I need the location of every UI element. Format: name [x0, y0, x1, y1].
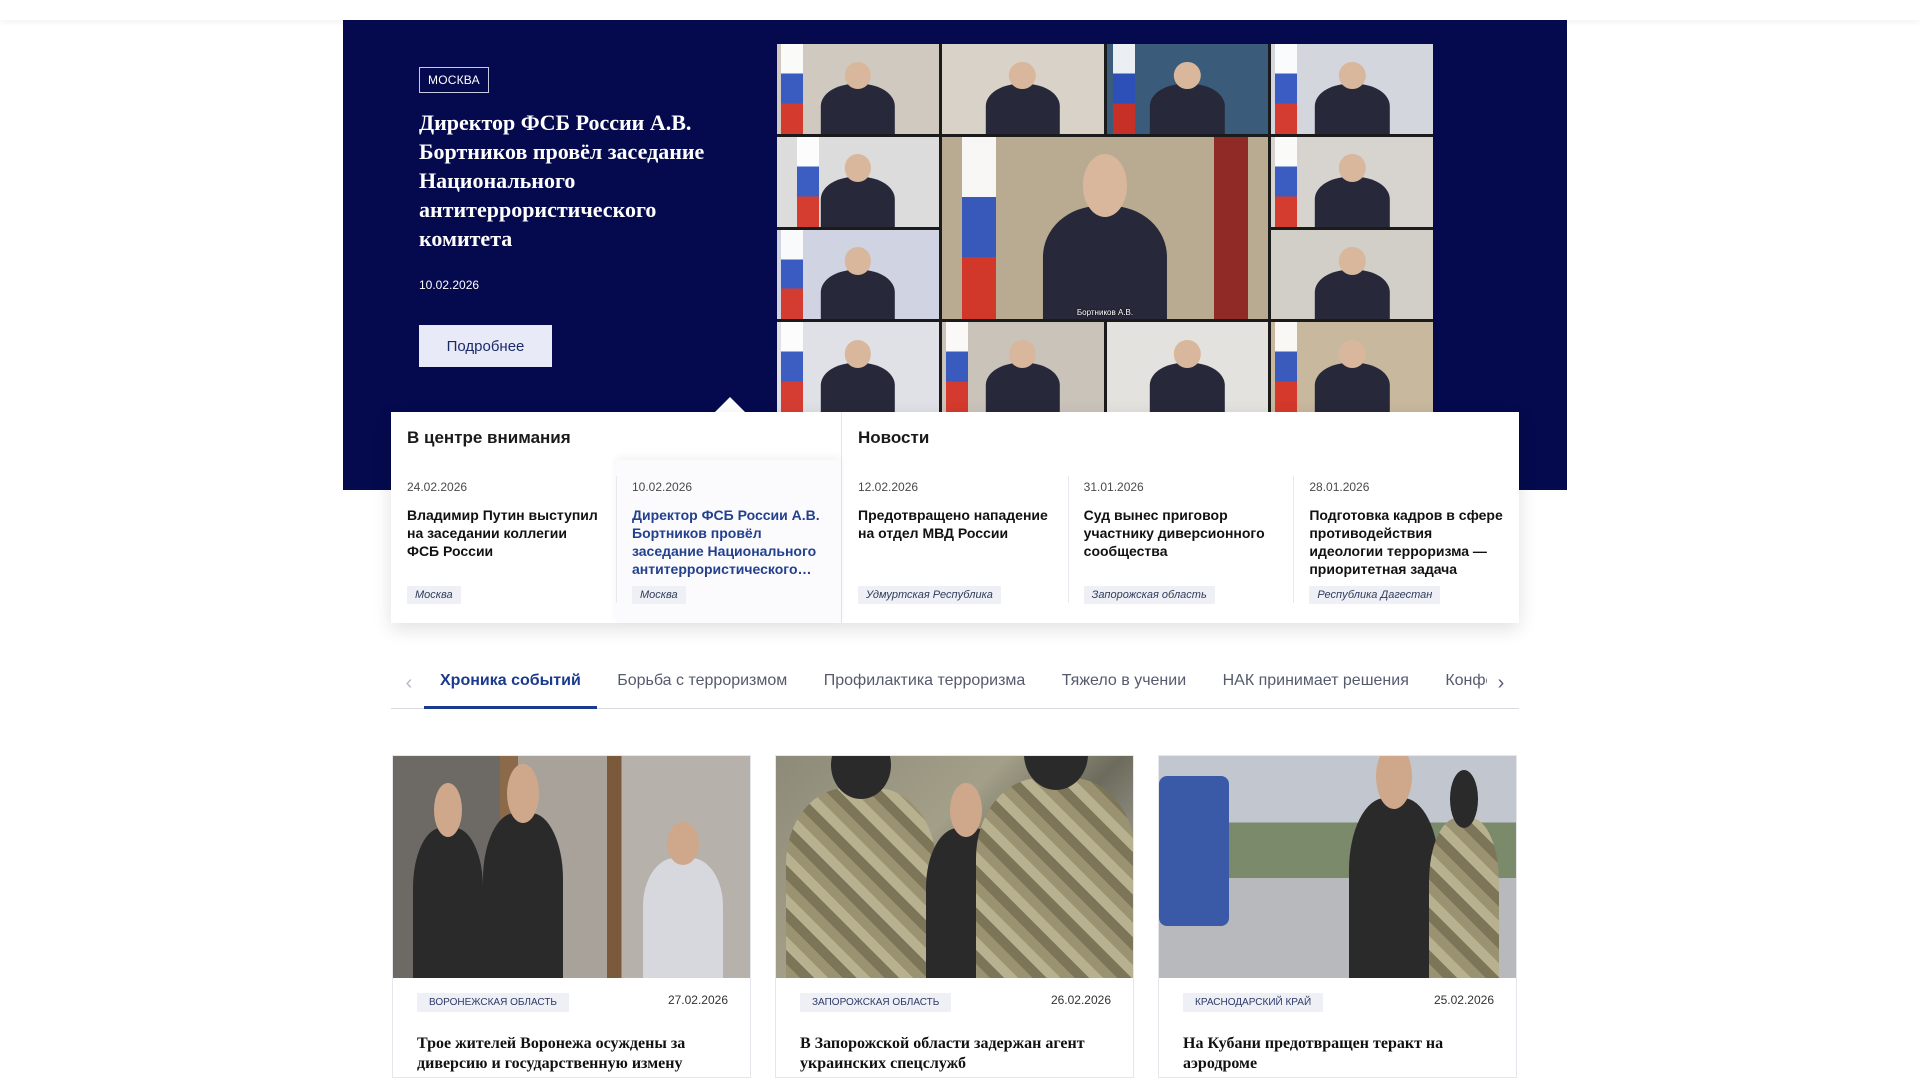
conference-tile	[1106, 44, 1269, 134]
item-date: 12.02.2026	[858, 480, 919, 494]
conference-tile	[941, 322, 1104, 412]
item-region-tag[interactable]: Запорожская область	[1083, 586, 1215, 604]
conference-tile	[777, 44, 939, 134]
article-title[interactable]: В Запорожской области задержан агент укр…	[800, 1034, 1113, 1074]
item-region-tag[interactable]: Москва	[632, 586, 686, 604]
top-header-bar	[0, 0, 1920, 20]
focus-item-active[interactable]: 10.02.2026 Директор ФСБ России А.В. Борт…	[616, 460, 841, 623]
focus-heading: В центре внимания	[407, 428, 571, 447]
hero-pointer-arrow	[714, 397, 746, 413]
tab-nak-decisions[interactable]: НАК принимает решения	[1207, 662, 1425, 709]
conference-tile	[777, 136, 939, 227]
articles-grid: Воронежская область 27.02.2026 Трое жите…	[392, 755, 1518, 1078]
article-date: 26.02.2026	[1050, 993, 1111, 1007]
article-region-tag[interactable]: Воронежская область	[417, 993, 569, 1012]
conference-tile	[1106, 322, 1269, 412]
more-button[interactable]: Подробнее	[419, 325, 552, 367]
focus-column: В центре внимания 24.02.2026 Владимир Пу…	[391, 412, 842, 623]
item-date: 28.01.2026	[1309, 480, 1370, 494]
item-title[interactable]: Подготовка кадров в сфере противодействи…	[1309, 506, 1503, 578]
chevron-right-icon[interactable]: ›	[1491, 672, 1511, 694]
news-item[interactable]: 12.02.2026 Предотвращено нападение на от…	[842, 460, 1068, 623]
article-date: 27.02.2026	[667, 993, 728, 1007]
tab-chronicle[interactable]: Хроника событий	[424, 662, 597, 709]
conference-tile	[1271, 322, 1433, 412]
conference-tile	[941, 44, 1104, 134]
item-date: 24.02.2026	[407, 480, 468, 494]
tab-training[interactable]: Тяжело в учении	[1046, 662, 1202, 709]
item-title[interactable]: Суд вынес приговор участнику диверсионно…	[1084, 506, 1278, 560]
conference-tile	[1271, 229, 1433, 320]
conference-caption: Бортников А.В.	[1076, 308, 1134, 318]
category-tabs: ‹ Хроника событий Борьба с терроризмом П…	[391, 662, 1519, 709]
article-title[interactable]: На Кубани предотвращен теракт на аэродро…	[1183, 1034, 1496, 1074]
item-region-tag[interactable]: Республика Дагестан	[1309, 586, 1441, 604]
item-title[interactable]: Владимир Путин выступил на заседании кол…	[407, 506, 600, 560]
item-date: 10.02.2026	[632, 480, 693, 494]
conference-tile	[1271, 136, 1433, 227]
article-card[interactable]: Запорожская область 26.02.2026 В Запорож…	[775, 755, 1134, 1078]
chevron-left-icon[interactable]: ‹	[399, 672, 419, 694]
item-date: 31.01.2026	[1083, 480, 1144, 494]
conference-tile	[777, 229, 939, 320]
article-region-tag[interactable]: Краснодарский край	[1183, 993, 1324, 1012]
article-date: 25.02.2026	[1433, 993, 1494, 1007]
tab-conferences[interactable]: Конференции	[1429, 662, 1487, 709]
hero-region-tag[interactable]: Москва	[419, 67, 489, 93]
item-region-tag[interactable]: Москва	[407, 586, 461, 604]
news-column: Новости 12.02.2026 Предотвращено нападен…	[842, 412, 1519, 623]
article-image[interactable]	[1159, 756, 1516, 978]
news-item[interactable]: 31.01.2026 Суд вынес приговор участнику …	[1067, 460, 1294, 623]
item-title[interactable]: Директор ФСБ России А.В. Бортников провё…	[632, 506, 825, 578]
news-item[interactable]: 28.01.2026 Подготовка кадров в сфере про…	[1293, 460, 1519, 623]
conference-tile	[1271, 44, 1433, 134]
item-region-tag[interactable]: Удмуртская Республика	[858, 586, 1001, 604]
article-region-tag[interactable]: Запорожская область	[800, 993, 952, 1012]
article-card[interactable]: Воронежская область 27.02.2026 Трое жите…	[392, 755, 751, 1078]
article-image[interactable]	[393, 756, 750, 978]
item-title[interactable]: Предотвращено нападение на отдел МВД Рос…	[858, 506, 1052, 542]
highlights-panel: В центре внимания 24.02.2026 Владимир Пу…	[391, 412, 1519, 623]
hero-date: 10.02.2026	[419, 278, 480, 292]
hero-title[interactable]: Директор ФСБ России А.В. Бортников провё…	[419, 108, 749, 253]
conference-tile-main: Бортников А.В.	[941, 136, 1269, 320]
article-title[interactable]: Трое жителей Воронежа осуждены за диверс…	[417, 1034, 730, 1074]
conference-tile	[777, 322, 939, 412]
tab-list: Хроника событий Борьба с терроризмом Про…	[424, 662, 1487, 709]
tab-counter-terrorism[interactable]: Борьба с терроризмом	[601, 662, 803, 709]
hero-image-video-conference[interactable]: Бортников А.В.	[777, 44, 1433, 412]
article-card[interactable]: Краснодарский край 25.02.2026 На Кубани …	[1158, 755, 1517, 1078]
article-image[interactable]	[776, 756, 1133, 978]
tab-prevention[interactable]: Профилактика терроризма	[808, 662, 1042, 709]
news-heading[interactable]: Новости	[858, 428, 929, 448]
focus-item[interactable]: 24.02.2026 Владимир Путин выступил на за…	[391, 460, 616, 623]
